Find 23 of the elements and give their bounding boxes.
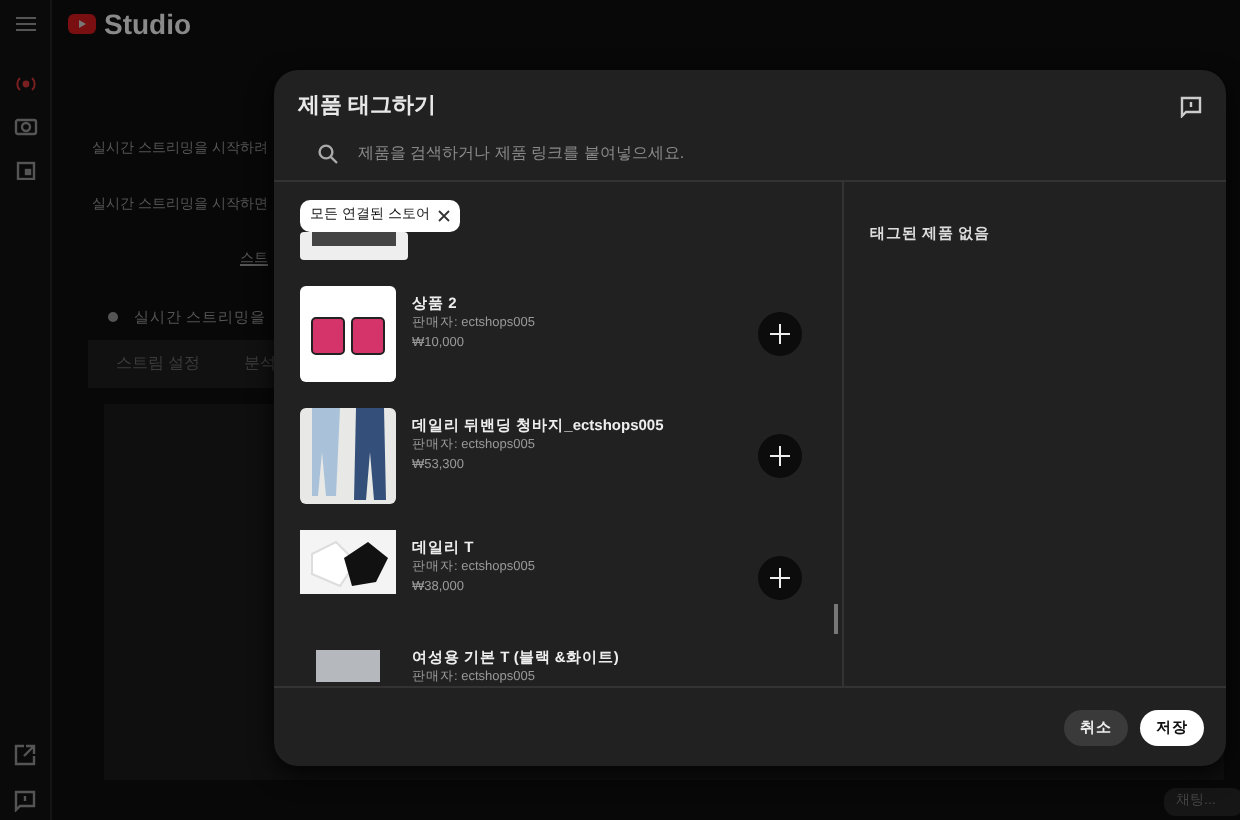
app-title: Studio bbox=[104, 5, 192, 43]
product-photo-placeholder bbox=[300, 408, 396, 504]
close-icon bbox=[437, 210, 450, 222]
search-input[interactable]: 제품을 검색하거나 제품 링크를 붙여넣으세요. bbox=[358, 141, 958, 165]
plus-icon bbox=[770, 568, 790, 588]
dialog-title: 제품 태그하기 bbox=[298, 91, 437, 122]
camera-icon[interactable] bbox=[13, 116, 37, 136]
plus-icon bbox=[770, 324, 790, 344]
add-button[interactable] bbox=[758, 312, 802, 356]
menu-icon[interactable] bbox=[16, 16, 36, 32]
add-button[interactable] bbox=[758, 556, 802, 600]
scrollbar-thumb[interactable] bbox=[834, 604, 838, 634]
product-photo-placeholder bbox=[316, 650, 380, 682]
search-field[interactable]: 제품을 검색하거나 제품 링크를 붙여넣으세요. bbox=[274, 126, 1226, 182]
play-logo-icon bbox=[68, 14, 96, 34]
product-photo-placeholder bbox=[300, 286, 396, 382]
search-icon bbox=[318, 143, 338, 163]
external-link-icon[interactable] bbox=[14, 744, 36, 766]
product-photo-placeholder bbox=[300, 530, 396, 594]
live-broadcast-icon[interactable] bbox=[13, 76, 37, 92]
plus-icon bbox=[770, 446, 790, 466]
product-photo-placeholder bbox=[300, 232, 408, 260]
add-button[interactable] bbox=[758, 434, 802, 478]
